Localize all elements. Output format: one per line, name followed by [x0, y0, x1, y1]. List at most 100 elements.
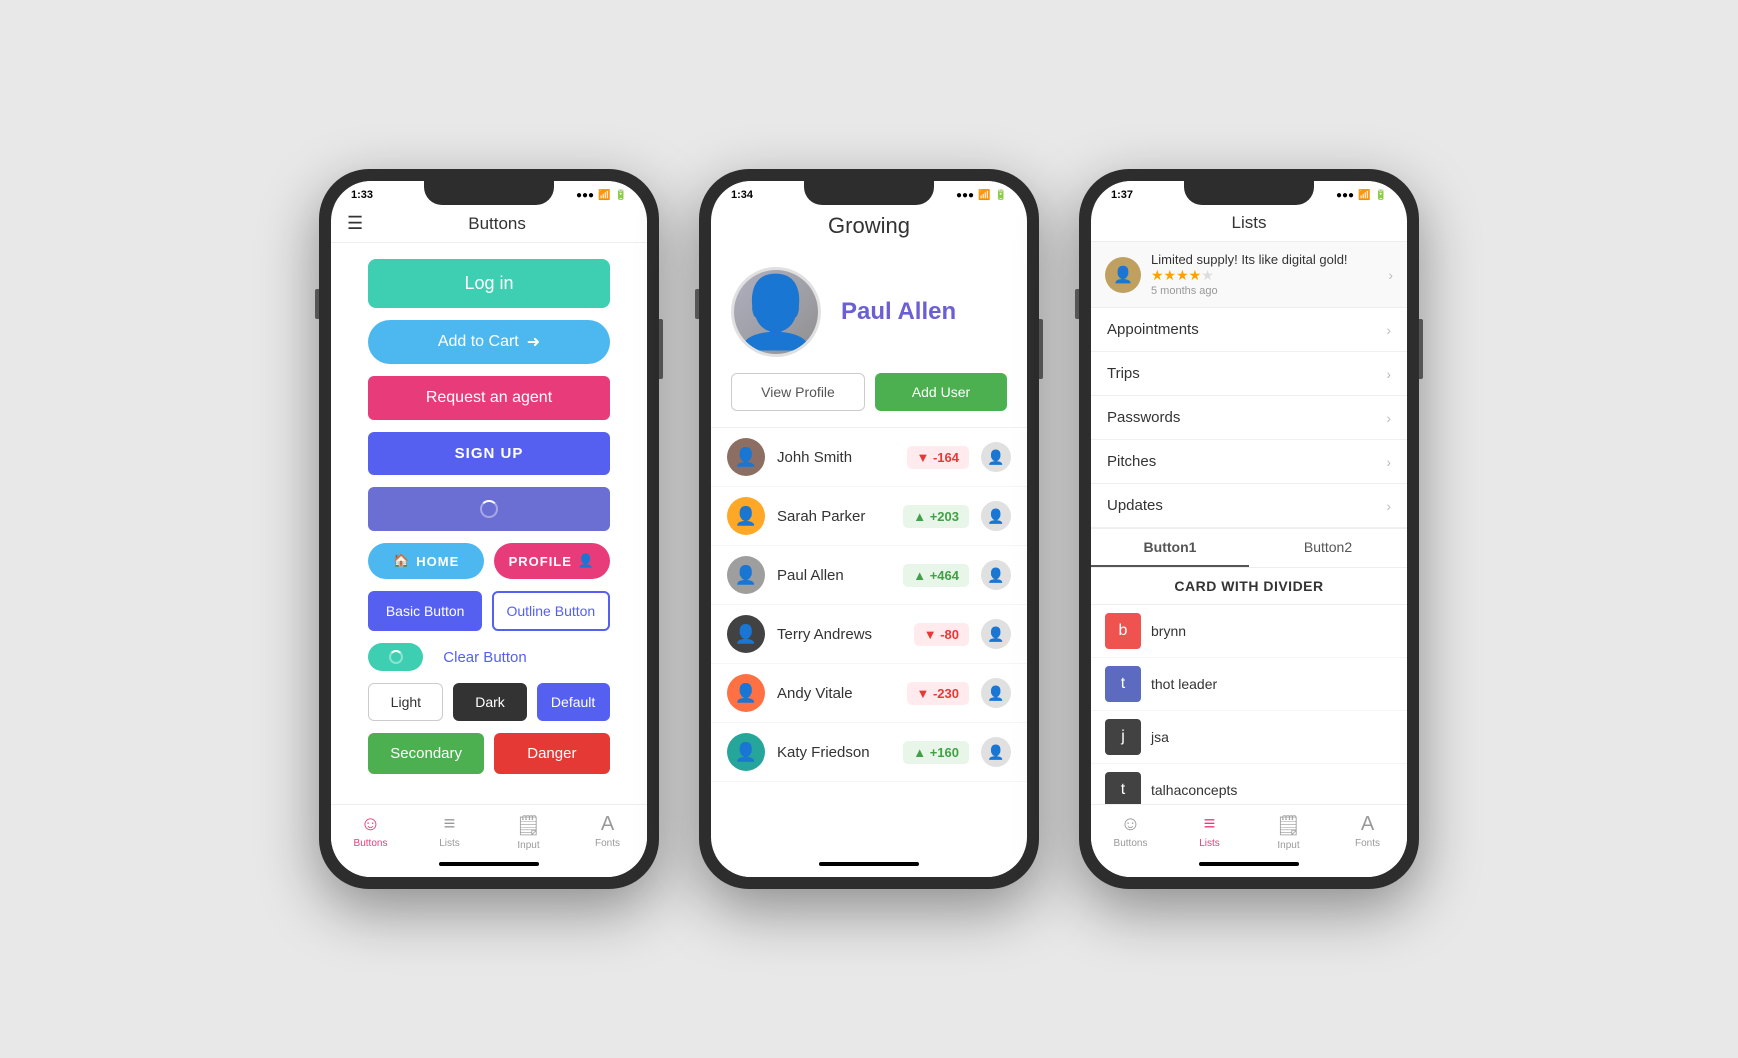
user-score-1: ▼ -164 — [907, 446, 970, 469]
user-name-6: Katy Friedson — [777, 744, 891, 761]
card-title: CARD WITH DIVIDER — [1091, 568, 1407, 605]
tab-lists-1[interactable]: ≡ Lists — [410, 813, 489, 851]
user-name-1: Johh Smith — [777, 449, 895, 466]
danger-button[interactable]: Danger — [494, 733, 610, 774]
list-icon: ≡ — [444, 813, 456, 836]
login-button[interactable]: Log in — [368, 259, 609, 308]
person-icon: 👤 — [578, 553, 595, 569]
status-bar-3: 1:37 ●●● 📶 🔋 — [1091, 181, 1407, 205]
battery-icon-3: 🔋 — [1375, 190, 1387, 201]
tab-label-fonts: Fonts — [595, 838, 620, 849]
phone3: 1:37 ●●● 📶 🔋 Lists 👤 Limited supply! Its… — [1079, 169, 1419, 889]
tab-buttons-3[interactable]: ☺ Buttons — [1091, 813, 1170, 851]
font-icon-3: A — [1361, 813, 1374, 836]
nav-item-appointments[interactable]: Appointments › — [1091, 308, 1407, 352]
chevron-updates: › — [1386, 498, 1391, 514]
buttons-content: Log in Add to Cart ➜ Request an agent SI… — [331, 243, 647, 804]
default-button[interactable]: Default — [537, 683, 610, 721]
user-action-3[interactable]: 👤 — [981, 560, 1011, 590]
tab-fonts-1[interactable]: A Fonts — [568, 813, 647, 851]
user-action-4[interactable]: 👤 — [981, 619, 1011, 649]
nav-item-trips[interactable]: Trips › — [1091, 352, 1407, 396]
secondary-button[interactable]: Secondary — [368, 733, 484, 774]
review-stars-row: ★★★★★ — [1151, 267, 1378, 285]
nav-item-pitches[interactable]: Pitches › — [1091, 440, 1407, 484]
card-tab-button2[interactable]: Button2 — [1249, 529, 1407, 567]
signal-icon-3: ●●● — [1336, 190, 1354, 201]
time-1: 1:33 — [351, 189, 373, 201]
review-time: 5 months ago — [1151, 285, 1378, 297]
tab3-lists-label: Lists — [1199, 838, 1220, 849]
user-score-6: ▲ +160 — [903, 741, 969, 764]
user-name-4: Terry Andrews — [777, 626, 902, 643]
profile-section: 👤 Paul Allen — [711, 251, 1027, 373]
time-2: 1:34 — [731, 189, 753, 201]
user-avatar-4: 👤 — [727, 615, 765, 653]
nav-label-trips: Trips — [1107, 365, 1140, 382]
review-avatar: 👤 — [1105, 257, 1141, 293]
tab-input-3[interactable]: 🗒 Input — [1249, 813, 1328, 851]
chevron-pitches: › — [1386, 454, 1391, 470]
tab-lists-3[interactable]: ≡ Lists — [1170, 813, 1249, 851]
chevron-passwords: › — [1386, 410, 1391, 426]
time-3: 1:37 — [1111, 189, 1133, 201]
cart-label: Add to Cart — [438, 333, 519, 351]
dark-button[interactable]: Dark — [453, 683, 526, 721]
tab-input-1[interactable]: 🗒 Input — [489, 813, 568, 851]
card-user-row-1: b brynn — [1091, 605, 1407, 658]
wifi-icon-2: 📶 — [978, 190, 990, 201]
outline-button[interactable]: Outline Button — [492, 591, 610, 631]
toggle-button[interactable] — [368, 643, 423, 671]
tab-buttons-1[interactable]: ☺ Buttons — [331, 813, 410, 851]
home-indicator-1 — [439, 862, 539, 866]
home-bar-2 — [711, 855, 1027, 877]
user-action-2[interactable]: 👤 — [981, 501, 1011, 531]
tab-bar-3: ☺ Buttons ≡ Lists 🗒 Input A Fonts — [1091, 804, 1407, 855]
nav-label-passwords: Passwords — [1107, 409, 1180, 426]
smile-icon-3: ☺ — [1120, 813, 1140, 836]
notch-1 — [424, 181, 554, 205]
tab-fonts-3[interactable]: A Fonts — [1328, 813, 1407, 851]
user-avatar-6: 👤 — [727, 733, 765, 771]
user-avatar-1: 👤 — [727, 438, 765, 476]
add-user-button[interactable]: Add User — [875, 373, 1007, 411]
loading-button[interactable] — [368, 487, 609, 531]
chevron-appointments: › — [1386, 322, 1391, 338]
view-profile-button[interactable]: View Profile — [731, 373, 865, 411]
agent-button[interactable]: Request an agent — [368, 376, 609, 420]
font-icon: A — [601, 813, 614, 836]
user-action-5[interactable]: 👤 — [981, 678, 1011, 708]
arrow-icon: ➜ — [527, 332, 540, 352]
tab-bar-1: ☺ Buttons ≡ Lists 🗒 Input A Fonts — [331, 804, 647, 855]
hamburger-icon[interactable]: ☰ — [347, 213, 363, 234]
card-tab-button1[interactable]: Button1 — [1091, 529, 1249, 567]
user-row-2: 👤 Sarah Parker ▲ +203 👤 — [711, 487, 1027, 546]
secondary-danger-row: Secondary Danger — [368, 733, 609, 774]
light-button[interactable]: Light — [368, 683, 443, 721]
review-chevron-icon: › — [1388, 267, 1393, 283]
nav-item-updates[interactable]: Updates › — [1091, 484, 1407, 528]
nav-item-passwords[interactable]: Passwords › — [1091, 396, 1407, 440]
card-user-avatar-2: t — [1105, 666, 1141, 702]
avatar-face: 👤 — [732, 277, 819, 347]
status-bar-1: 1:33 ●●● 📶 🔋 — [331, 181, 647, 205]
profile-button[interactable]: PROFILE 👤 — [494, 543, 610, 579]
user-name-3: Paul Allen — [777, 567, 891, 584]
user-action-1[interactable]: 👤 — [981, 442, 1011, 472]
wifi-icon-3: 📶 — [1358, 190, 1370, 201]
profile-name: Paul Allen — [841, 298, 956, 326]
user-action-6[interactable]: 👤 — [981, 737, 1011, 767]
review-banner[interactable]: 👤 Limited supply! Its like digital gold!… — [1091, 242, 1407, 308]
buttons-header: ☰ Buttons — [331, 205, 647, 243]
home-button[interactable]: 🏠 HOME — [368, 543, 484, 579]
card-user-name-1: brynn — [1151, 623, 1186, 639]
signup-button[interactable]: SIGN UP — [368, 432, 609, 475]
cart-button[interactable]: Add to Cart ➜ — [368, 320, 609, 364]
home-indicator-2 — [819, 862, 919, 866]
user-score-2: ▲ +203 — [903, 505, 969, 528]
spinner-icon — [480, 500, 498, 518]
clear-button[interactable]: Clear Button — [443, 649, 526, 666]
basic-button[interactable]: Basic Button — [368, 591, 482, 631]
card-user-row-2: t thot leader — [1091, 658, 1407, 711]
review-title: Limited supply! Its like digital gold! — [1151, 252, 1378, 267]
